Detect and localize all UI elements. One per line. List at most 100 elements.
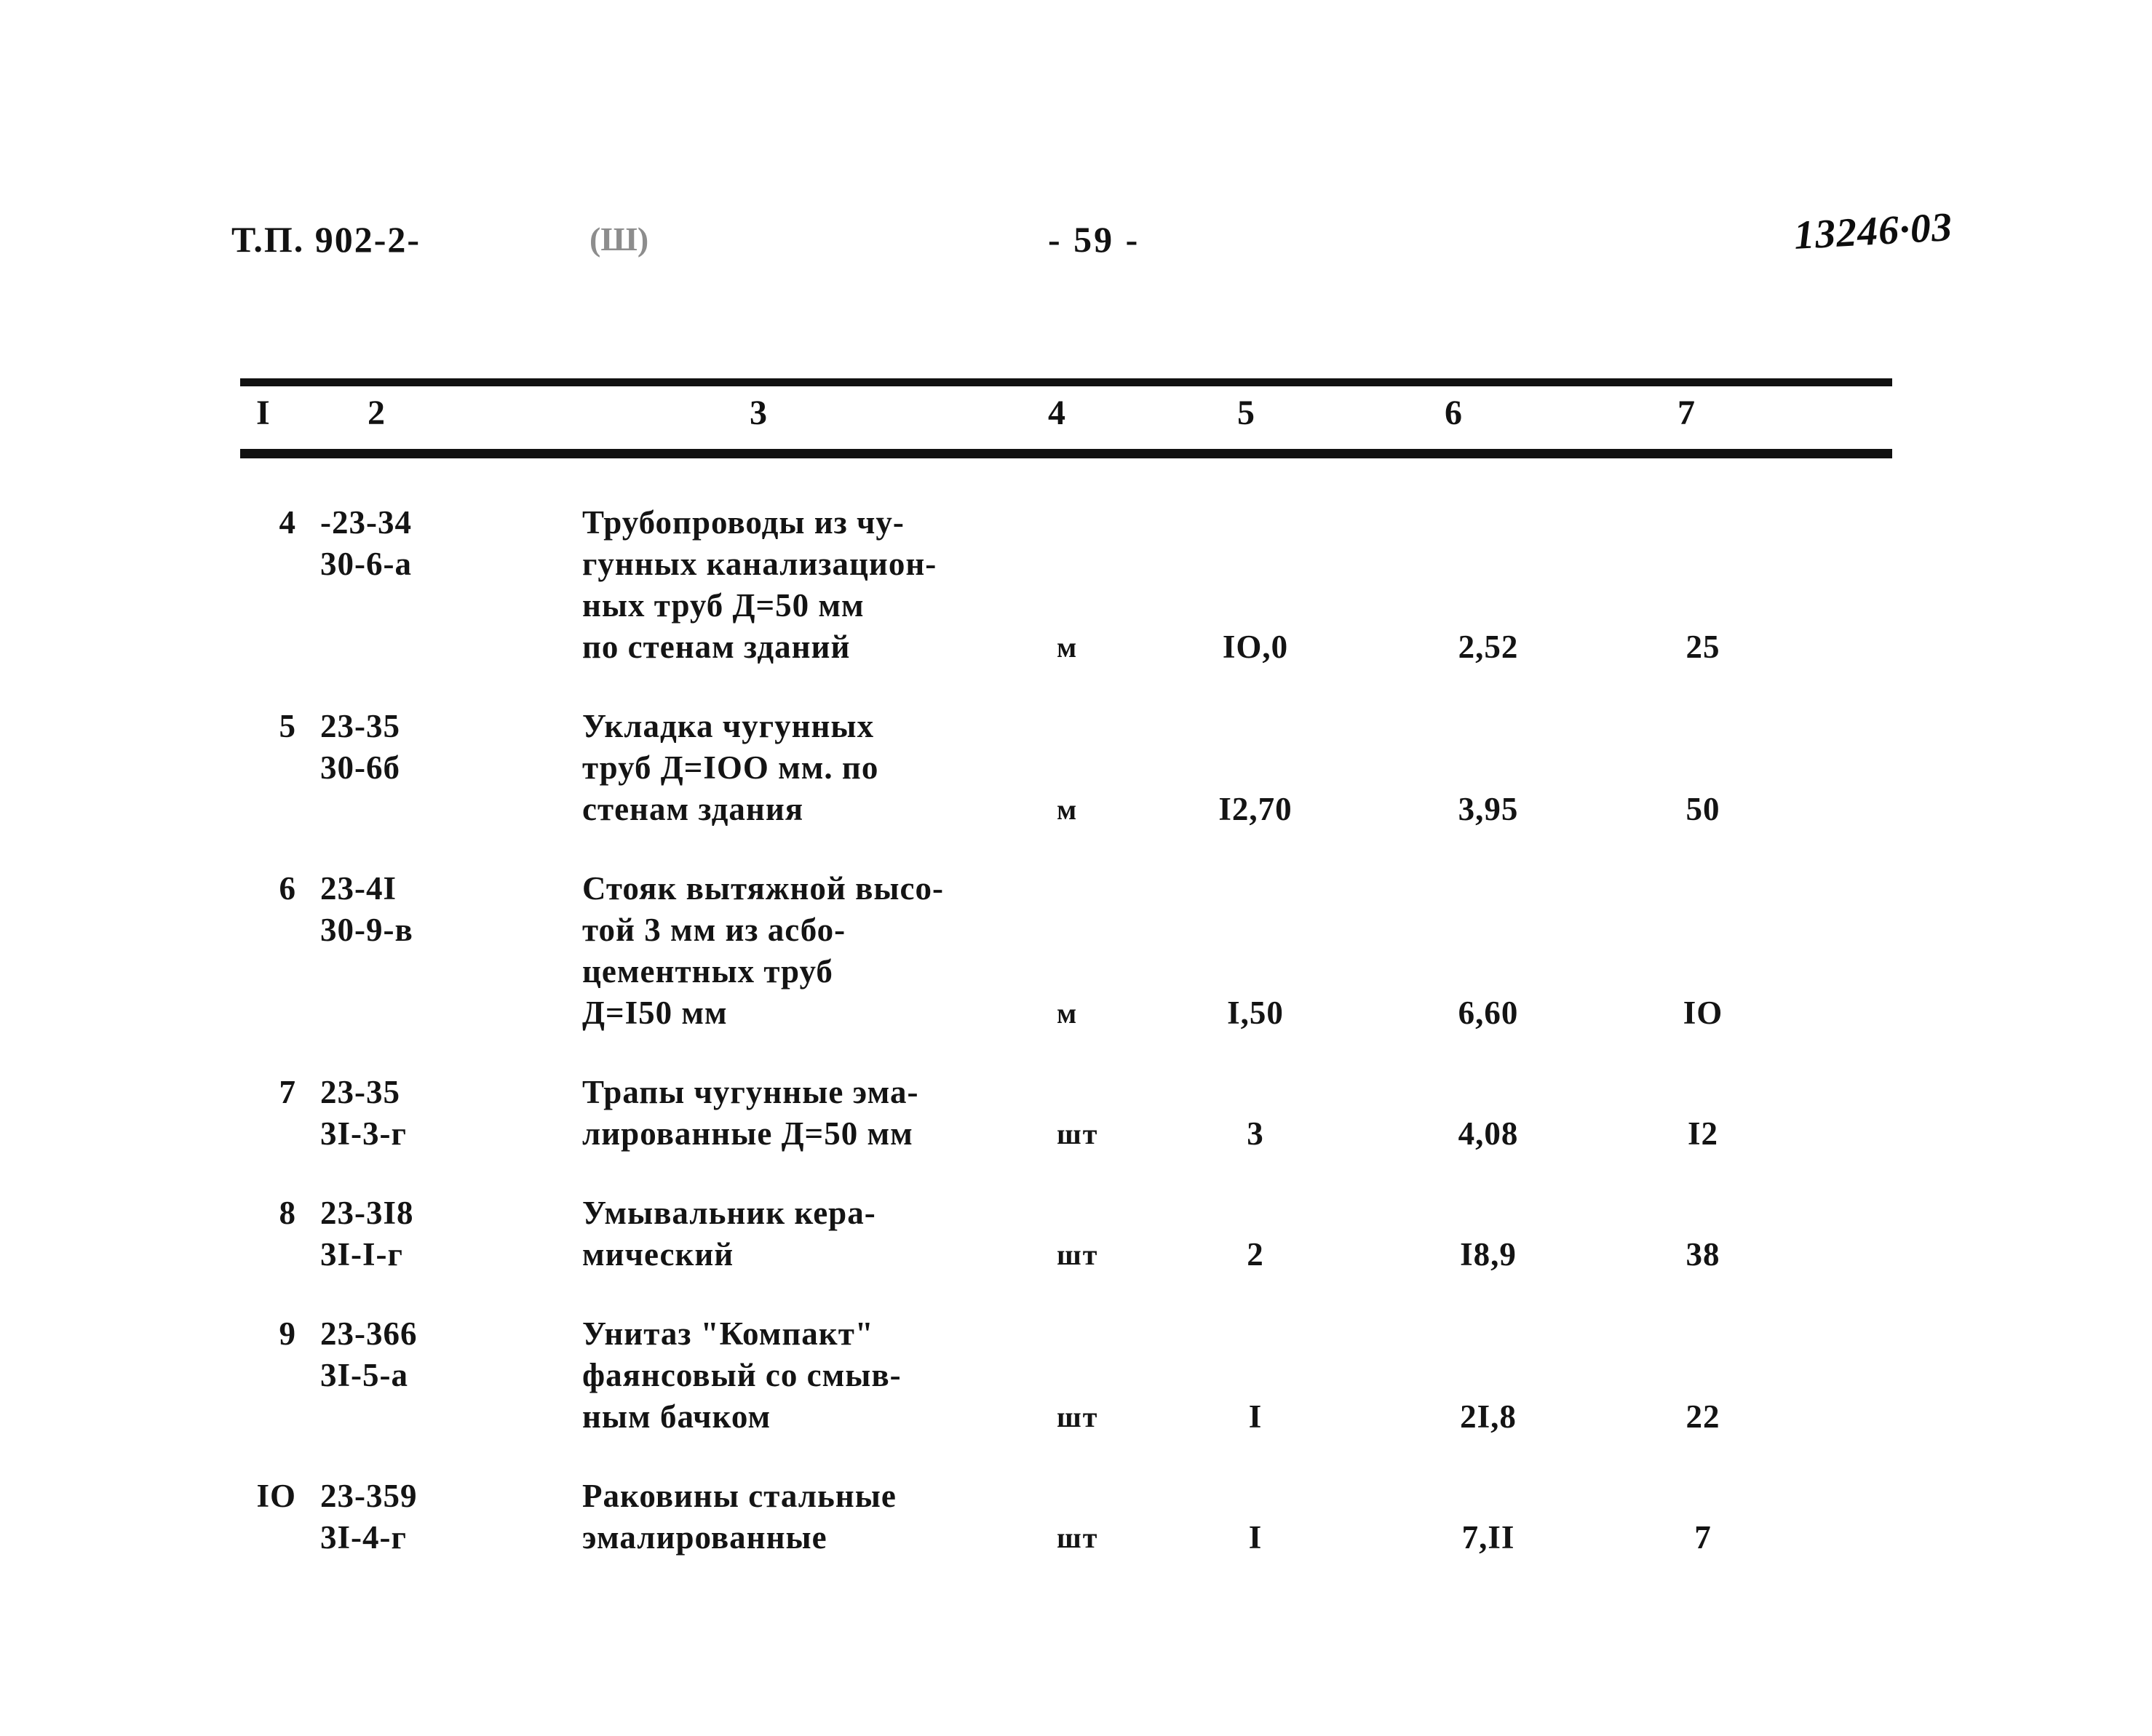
table-row: 4 -23-34 30-6-а Трубопроводы из чу-гунных к… [0,502,2152,668]
row-total: IO [1683,995,1723,1031]
row-code-line: 23-4I [320,870,397,907]
table-row: 9 23-366 3I-5-а Унитаз "Компакт" фаянсовый с… [0,1313,2152,1438]
row-description: Укладка чугунных труб Д=IOO мм. по стенам … [582,706,878,830]
row-unit: м [1057,793,1079,826]
row-unit: шт [1057,1238,1099,1271]
row-description-line: ным бачком [582,1398,771,1435]
row-code: 23-35 3I-3-г [320,1072,407,1155]
row-quantity: I [1248,1519,1263,1556]
column-number-1: I [256,394,270,432]
row-number: 6 [279,870,296,907]
row-quantity: I [1248,1398,1263,1435]
row-description-line: Унитаз "Компакт" [582,1315,874,1352]
row-code-line: 30-6-а [320,546,412,582]
document-code: Т.П. 902-2- [231,219,421,260]
row-description-line: фаянсовый со смыв- [582,1357,902,1393]
row-code-line: 30-9-в [320,912,413,948]
row-description-line: труб Д=IOO мм. по [582,749,879,786]
row-code: 23-366 3I-5-а [320,1313,418,1396]
row-price: I8,9 [1460,1236,1517,1273]
row-number: 4 [279,504,296,541]
row-description-line: Трубопроводы из чу- [582,504,905,541]
row-description-line: Стояк вытяжной высо- [582,870,945,907]
row-quantity: I2,70 [1218,791,1293,827]
row-number: 5 [279,708,296,744]
table-body: 4 -23-34 30-6-а Трубопроводы из чу-гунных к… [0,502,2152,1596]
row-description-line: ных труб Д=50 мм [582,587,865,624]
row-price: 6,60 [1458,995,1519,1031]
row-description-line: цементных труб [582,953,833,990]
row-unit: м [1057,997,1079,1030]
row-unit: шт [1057,1521,1099,1554]
row-description: Трапы чугунные эма-лированные Д=50 мм [582,1072,918,1155]
document-header: Т.П. 902-2- (Ш) - 59 - 13246·03 [0,204,2152,284]
row-code-line: 3I-I-г [320,1236,403,1273]
row-description-line: той 3 мм из асбо- [582,912,846,948]
scanned-document-page: Т.П. 902-2- (Ш) - 59 - 13246·03 I 2 3 4 … [0,0,2152,1736]
table-rule-top [240,378,1892,386]
row-description: Умывальник кера-мический [582,1192,876,1275]
row-code-line: 23-35 [320,1074,400,1110]
row-number: 7 [279,1074,296,1110]
row-price: 7,II [1461,1519,1515,1556]
row-description-line: эмалированные [582,1519,827,1556]
row-total: 38 [1686,1236,1720,1273]
column-number-7: 7 [1677,394,1695,432]
column-number-2: 2 [368,394,385,432]
row-quantity: I,50 [1227,995,1284,1031]
row-number: IO [256,1478,296,1514]
row-quantity: IO,0 [1222,629,1289,665]
row-description-line: Укладка чугунных [582,708,875,744]
table-rule-bottom [240,449,1892,458]
row-total: 25 [1686,629,1720,665]
row-price: 3,95 [1458,791,1519,827]
row-unit: шт [1057,1401,1099,1433]
row-code-line: 23-35 [320,708,400,744]
table-row: 8 23-3I8 3I-I-г Умывальник кера-мический шт 2… [0,1192,2152,1275]
row-code: 23-4I 30-9-в [320,868,413,951]
row-total: I2 [1687,1115,1718,1152]
table-column-numbers: I 2 3 4 5 6 7 [0,393,2152,444]
row-code-line: 23-366 [320,1315,418,1352]
row-code-line: 3I-4-г [320,1519,407,1556]
row-code-line: 30-6б [320,749,400,786]
row-description-line: лированные Д=50 мм [582,1115,913,1152]
row-description-line: Трапы чугунные эма- [582,1074,919,1110]
row-price: 4,08 [1458,1115,1519,1152]
row-description-line: гунных канализацион- [582,546,937,582]
row-unit: шт [1057,1118,1099,1150]
row-description-line: Раковины стальные [582,1478,897,1514]
row-code: 23-3I8 3I-I-г [320,1192,414,1275]
column-number-6: 6 [1445,394,1462,432]
row-code-line: 23-359 [320,1478,418,1514]
handwritten-stamp: 13246·03 [1792,204,1954,259]
row-code: 23-359 3I-4-г [320,1476,418,1558]
row-unit: м [1057,631,1079,664]
row-total: 22 [1686,1398,1720,1435]
row-code-line: 3I-5-а [320,1357,408,1393]
row-description: Унитаз "Компакт" фаянсовый со смыв-ным ба… [582,1313,902,1438]
row-description: Трубопроводы из чу-гунных канализацион-н… [582,502,937,668]
table-row: 7 23-35 3I-3-г Трапы чугунные эма-лированны… [0,1072,2152,1155]
row-number: 8 [279,1195,296,1231]
row-description-line: стенам здания [582,791,804,827]
page-number: - 59 - [1048,219,1140,260]
column-number-3: 3 [750,394,767,432]
row-code-line: -23-34 [320,504,412,541]
section-mark: (Ш) [589,220,649,258]
row-description-line: по стенам зданий [582,629,851,665]
row-description: Стояк вытяжной высо-той 3 мм из асбо-цем… [582,868,944,1034]
row-code: -23-34 30-6-а [320,502,412,585]
row-code-line: 23-3I8 [320,1195,414,1231]
table-row: 6 23-4I 30-9-в Стояк вытяжной высо-той 3 мм… [0,868,2152,1034]
row-code-line: 3I-3-г [320,1115,407,1152]
row-description-line: Д=I50 мм [582,995,728,1031]
row-price: 2,52 [1458,629,1519,665]
row-code: 23-35 30-6б [320,706,400,789]
row-quantity: 2 [1247,1236,1264,1273]
row-description-line: Умывальник кера- [582,1195,876,1231]
row-description: Раковины стальные эмалированные [582,1476,897,1558]
row-quantity: 3 [1247,1115,1264,1152]
row-number: 9 [279,1315,296,1352]
row-price: 2I,8 [1460,1398,1517,1435]
